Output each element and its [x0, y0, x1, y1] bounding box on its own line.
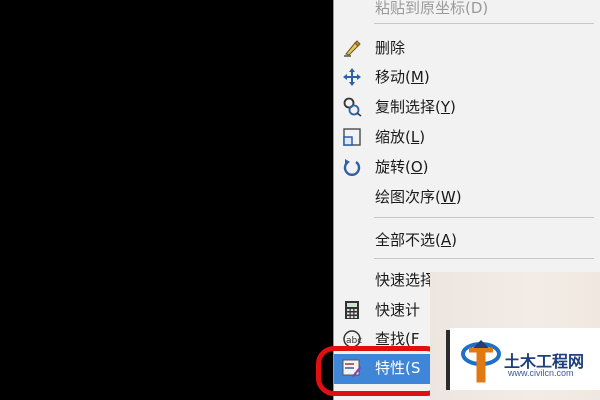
menu-separator	[374, 23, 594, 24]
menu-item-label: 复制选择(Y)	[375, 98, 456, 116]
menu-item-scale[interactable]: 缩放(L)	[334, 123, 600, 151]
menu-item-label: 全部不选(A)	[375, 231, 457, 249]
menu-item-label: 快速计	[375, 301, 421, 319]
menu-separator	[374, 217, 594, 218]
rotate-icon	[342, 157, 362, 177]
menu-item-copy-select[interactable]: 复制选择(Y)	[334, 93, 600, 121]
menu-item-label: 绘图次序(W)	[375, 188, 462, 206]
calculator-icon	[342, 300, 362, 320]
watermark-url: www.civilcn.com	[508, 368, 574, 378]
menu-item-label: 缩放(L)	[375, 128, 426, 146]
menu-item-label: 粘贴到原坐标(D)	[375, 0, 489, 17]
menu-item-label: 旋转(O)	[375, 158, 429, 176]
menu-item-rotate[interactable]: 旋转(O)	[334, 153, 600, 181]
menu-item-draw-order[interactable]: 绘图次序(W)	[334, 183, 600, 211]
annotation-ring	[316, 346, 444, 396]
menu-item-delete[interactable]: 删除	[334, 34, 600, 62]
menu-item-label: 删除	[375, 39, 406, 57]
menu-item-paste-to-original-coords: 粘贴到原坐标(D)	[334, 0, 600, 22]
menu-item-deselect-all[interactable]: 全部不选(A)	[334, 226, 600, 254]
menu-item-label: 移动(M)	[375, 68, 430, 86]
eraser-icon	[342, 38, 362, 58]
svg-text:abc: abc	[346, 336, 362, 346]
watermark-logo	[459, 336, 503, 384]
copy-select-icon	[342, 97, 362, 117]
scale-icon	[342, 127, 362, 147]
move-icon	[342, 67, 362, 87]
menu-separator	[374, 258, 594, 259]
menu-item-move[interactable]: 移动(M)	[334, 63, 600, 91]
